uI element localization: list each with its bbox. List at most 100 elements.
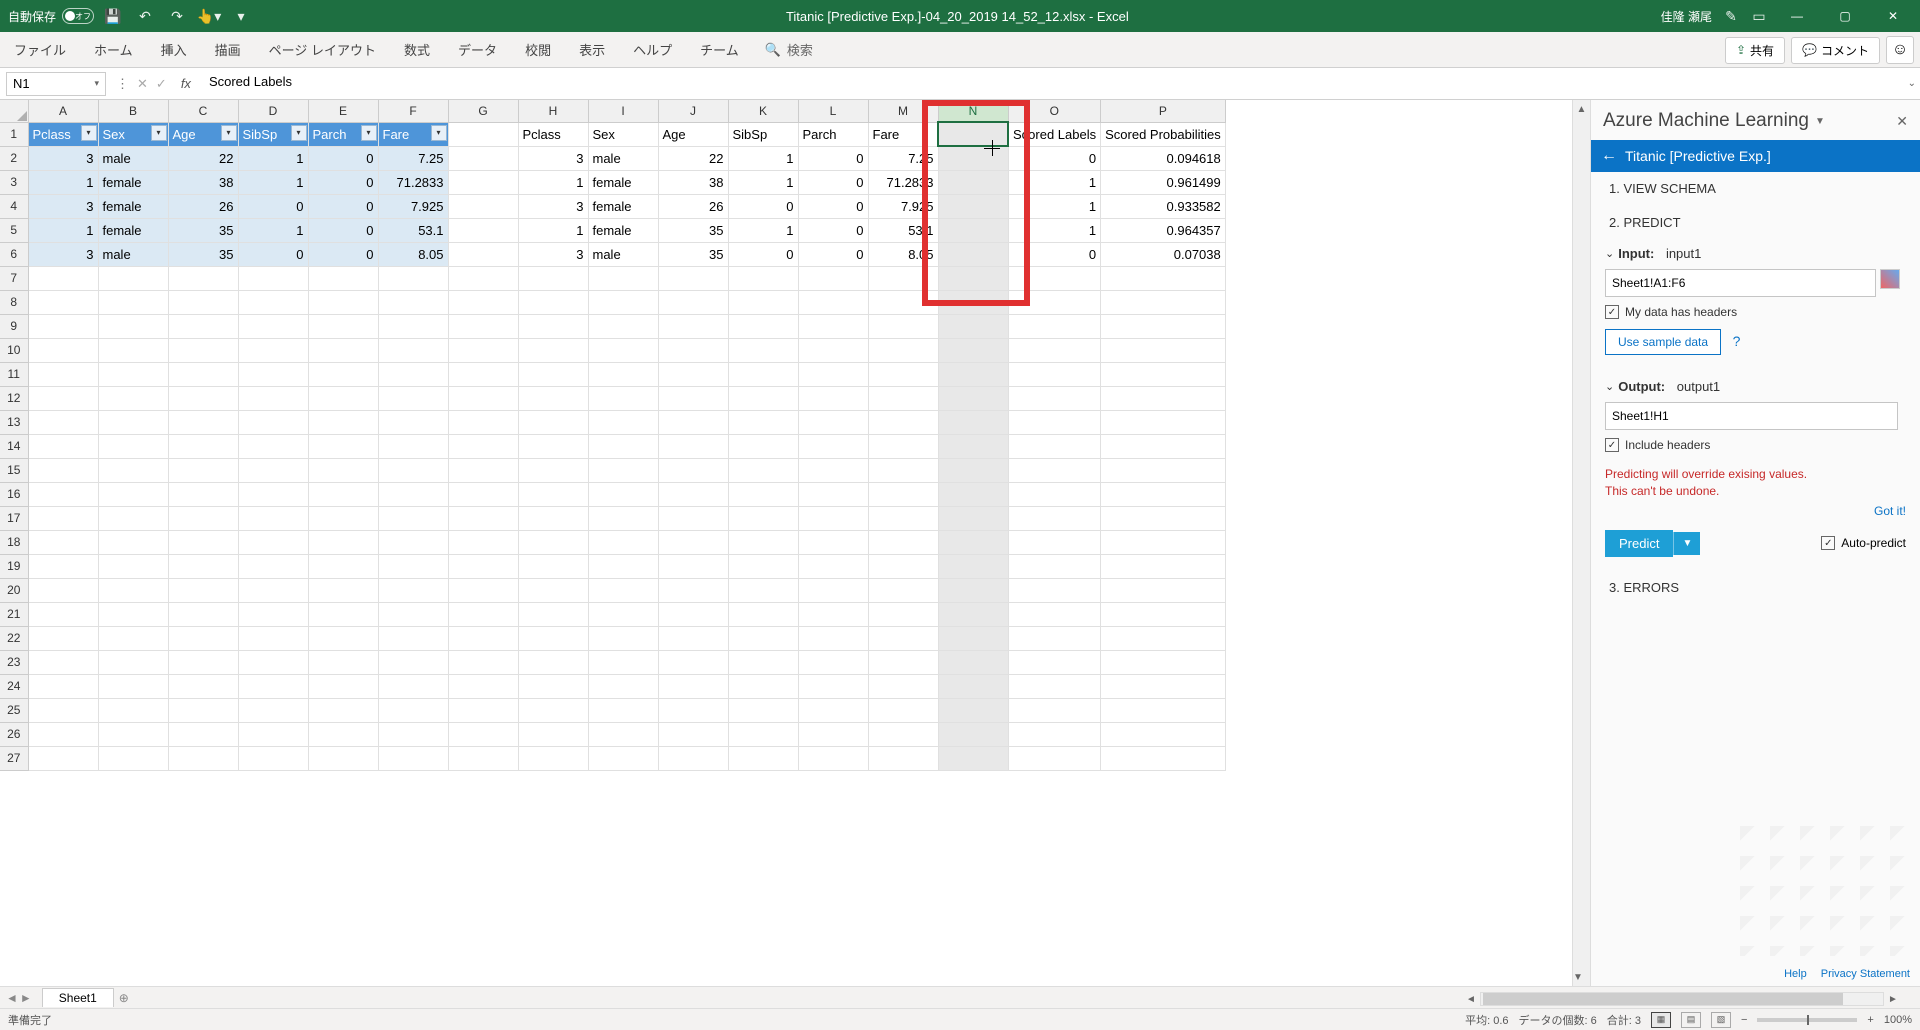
cell[interactable] (658, 362, 728, 386)
tab-review[interactable]: 校閲 (511, 32, 565, 67)
cell[interactable] (798, 698, 868, 722)
cell[interactable] (378, 506, 448, 530)
cell[interactable] (658, 482, 728, 506)
cell[interactable]: Sex▾ (98, 122, 168, 146)
cell[interactable] (448, 530, 518, 554)
page-break-view-icon[interactable]: ▧ (1711, 1012, 1731, 1028)
cell[interactable] (168, 578, 238, 602)
cell[interactable] (1008, 626, 1101, 650)
cell[interactable] (1008, 338, 1101, 362)
column-header[interactable]: A (28, 100, 98, 122)
cell[interactable] (448, 194, 518, 218)
cell[interactable]: 1 (728, 170, 798, 194)
cell[interactable] (658, 458, 728, 482)
row-header[interactable]: 20 (0, 578, 28, 602)
cell[interactable] (728, 434, 798, 458)
tab-view[interactable]: 表示 (565, 32, 619, 67)
tab-formulas[interactable]: 数式 (390, 32, 444, 67)
column-header[interactable]: O (1008, 100, 1101, 122)
cell[interactable] (98, 290, 168, 314)
cell[interactable] (448, 650, 518, 674)
cell[interactable] (28, 674, 98, 698)
cell[interactable] (1101, 506, 1226, 530)
cell[interactable] (308, 506, 378, 530)
cell[interactable] (28, 386, 98, 410)
cell[interactable] (308, 746, 378, 770)
filter-icon[interactable]: ▾ (81, 125, 97, 141)
cell[interactable] (728, 602, 798, 626)
cell[interactable] (868, 482, 938, 506)
cell[interactable]: Sex (588, 122, 658, 146)
cell[interactable] (1008, 746, 1101, 770)
cell[interactable] (168, 338, 238, 362)
cell[interactable] (98, 650, 168, 674)
redo-icon[interactable]: ↷ (164, 3, 190, 29)
cell[interactable] (28, 290, 98, 314)
cell[interactable] (28, 530, 98, 554)
cell[interactable] (588, 362, 658, 386)
feedback-icon[interactable]: ☺ (1886, 36, 1914, 64)
cell[interactable]: 0 (798, 170, 868, 194)
cell[interactable] (658, 314, 728, 338)
cell[interactable] (308, 410, 378, 434)
cell[interactable] (588, 722, 658, 746)
cell[interactable] (28, 650, 98, 674)
cell[interactable] (448, 338, 518, 362)
cell[interactable]: female (98, 170, 168, 194)
cell[interactable] (168, 410, 238, 434)
qat-more-icon[interactable]: ▾ (228, 3, 254, 29)
cell[interactable] (1101, 362, 1226, 386)
column-header[interactable]: E (308, 100, 378, 122)
cell[interactable]: 0 (238, 242, 308, 266)
cell[interactable] (518, 578, 588, 602)
cell[interactable] (168, 290, 238, 314)
cell[interactable] (728, 578, 798, 602)
cell[interactable] (1008, 314, 1101, 338)
row-header[interactable]: 3 (0, 170, 28, 194)
cell[interactable]: male (588, 146, 658, 170)
cell[interactable]: 35 (658, 242, 728, 266)
cell[interactable] (938, 578, 1008, 602)
cell[interactable] (1101, 650, 1226, 674)
cell[interactable] (868, 722, 938, 746)
formula-input[interactable]: Scored Labels (199, 72, 1920, 96)
cell[interactable] (98, 626, 168, 650)
cell[interactable] (238, 434, 308, 458)
step-predict[interactable]: 2. PREDICT (1591, 206, 1920, 240)
cell[interactable] (1101, 386, 1226, 410)
row-header[interactable]: 6 (0, 242, 28, 266)
cell[interactable] (98, 698, 168, 722)
minimize-button[interactable]: — (1774, 0, 1820, 32)
cell[interactable] (798, 482, 868, 506)
cell[interactable]: 71.2833 (868, 170, 938, 194)
cell[interactable] (28, 698, 98, 722)
row-header[interactable]: 15 (0, 458, 28, 482)
cell[interactable] (658, 722, 728, 746)
cancel-icon[interactable]: ✕ (137, 76, 148, 92)
row-header[interactable]: 12 (0, 386, 28, 410)
cell[interactable] (588, 698, 658, 722)
cell[interactable] (168, 698, 238, 722)
cell[interactable] (518, 650, 588, 674)
cell[interactable] (588, 578, 658, 602)
cell[interactable] (658, 650, 728, 674)
cell[interactable]: SibSp (728, 122, 798, 146)
cell[interactable] (798, 434, 868, 458)
cell[interactable]: 0 (728, 194, 798, 218)
fx-icon[interactable]: fx (181, 76, 191, 91)
column-header[interactable]: C (168, 100, 238, 122)
cell[interactable]: 1 (1008, 170, 1101, 194)
cell[interactable] (658, 554, 728, 578)
help-icon[interactable]: ? (1733, 333, 1741, 349)
cell[interactable] (238, 554, 308, 578)
close-pane-icon[interactable]: ✕ (1896, 113, 1908, 130)
cell[interactable] (308, 314, 378, 338)
cell[interactable] (448, 746, 518, 770)
cell[interactable] (448, 122, 518, 146)
tab-home[interactable]: ホーム (80, 32, 147, 67)
cell[interactable]: 3 (28, 194, 98, 218)
cell[interactable] (1008, 602, 1101, 626)
cell[interactable] (28, 362, 98, 386)
add-sheet-icon[interactable]: ⊕ (114, 991, 134, 1005)
cell[interactable] (938, 650, 1008, 674)
